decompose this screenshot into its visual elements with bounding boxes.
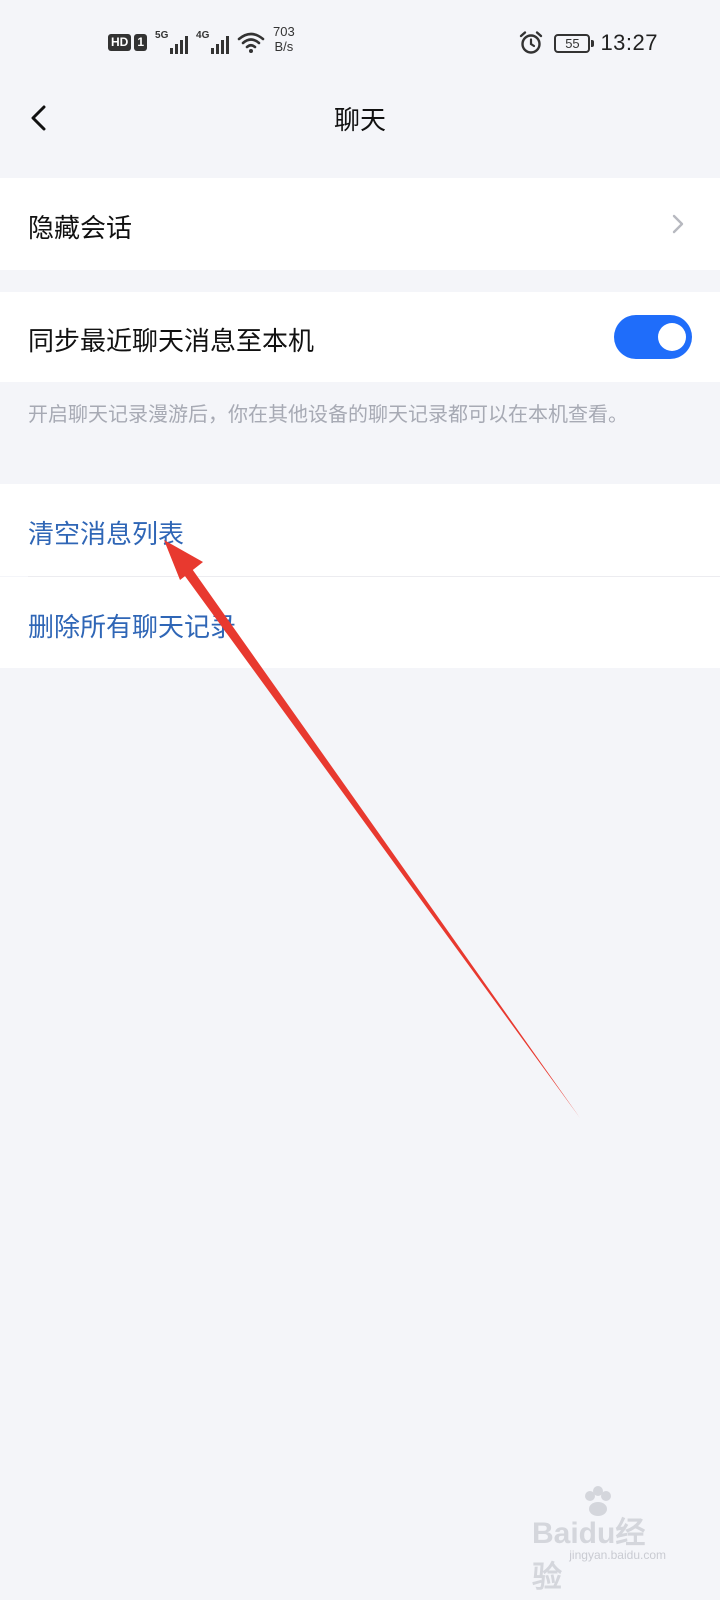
status-bar: HD 1 5G 4G 703 B/s 55 13:27 <box>0 0 720 90</box>
sync-recent-messages-label: 同步最近聊天消息至本机 <box>28 327 315 357</box>
delete-all-history-label: 删除所有聊天记录 <box>28 613 237 643</box>
status-time: 13:27 <box>600 30 658 55</box>
baidu-watermark: Baidu经验 jingyan.baidu.com <box>532 1486 672 1594</box>
hidden-chats-label: 隐藏会话 <box>28 214 133 244</box>
alarm-clock-icon <box>520 31 543 54</box>
signal-4g-label: 4G <box>196 30 210 41</box>
chevron-right-icon <box>672 214 684 234</box>
page-title: 聊天 <box>333 106 386 136</box>
hidden-chats-item[interactable]: 隐藏会话 <box>0 178 720 270</box>
status-left-group: HD 1 5G 4G 703 B/s <box>108 24 295 54</box>
watermark-sub-text: jingyan.baidu.com <box>569 1548 666 1562</box>
toggle-knob <box>658 323 686 351</box>
signal-4g-icon: 4G <box>196 30 230 54</box>
sim-badge: 1 <box>134 33 148 51</box>
navigation-header: 聊天 <box>0 90 720 150</box>
clear-message-list-item[interactable]: 清空消息列表 <box>0 484 720 576</box>
hd-badge: HD <box>108 33 132 51</box>
battery-icon: 55 <box>554 33 595 53</box>
network-speed-unit: B/s <box>274 39 294 54</box>
clear-message-list-label: 清空消息列表 <box>28 520 185 550</box>
sync-recent-messages-toggle[interactable] <box>614 315 692 359</box>
sync-recent-messages-item: 同步最近聊天消息至本机 <box>0 292 720 382</box>
signal-5g-icon: 5G <box>155 30 189 54</box>
wifi-icon <box>237 32 265 53</box>
signal-5g-label: 5G <box>155 30 169 41</box>
chat-settings-screen: HD 1 5G 4G 703 B/s 55 13:27 聊天 隐藏会话 同步最近… <box>0 0 720 1600</box>
delete-all-history-item[interactable]: 删除所有聊天记录 <box>0 577 720 668</box>
network-speed-value: 703 <box>273 24 295 39</box>
sync-hint-text: 开启聊天记录漫游后，你在其他设备的聊天记录都可以在本机查看。 <box>28 402 628 426</box>
network-speed: 703 B/s <box>273 24 295 54</box>
status-right-group: 55 13:27 <box>518 30 658 56</box>
battery-level: 55 <box>565 35 580 51</box>
